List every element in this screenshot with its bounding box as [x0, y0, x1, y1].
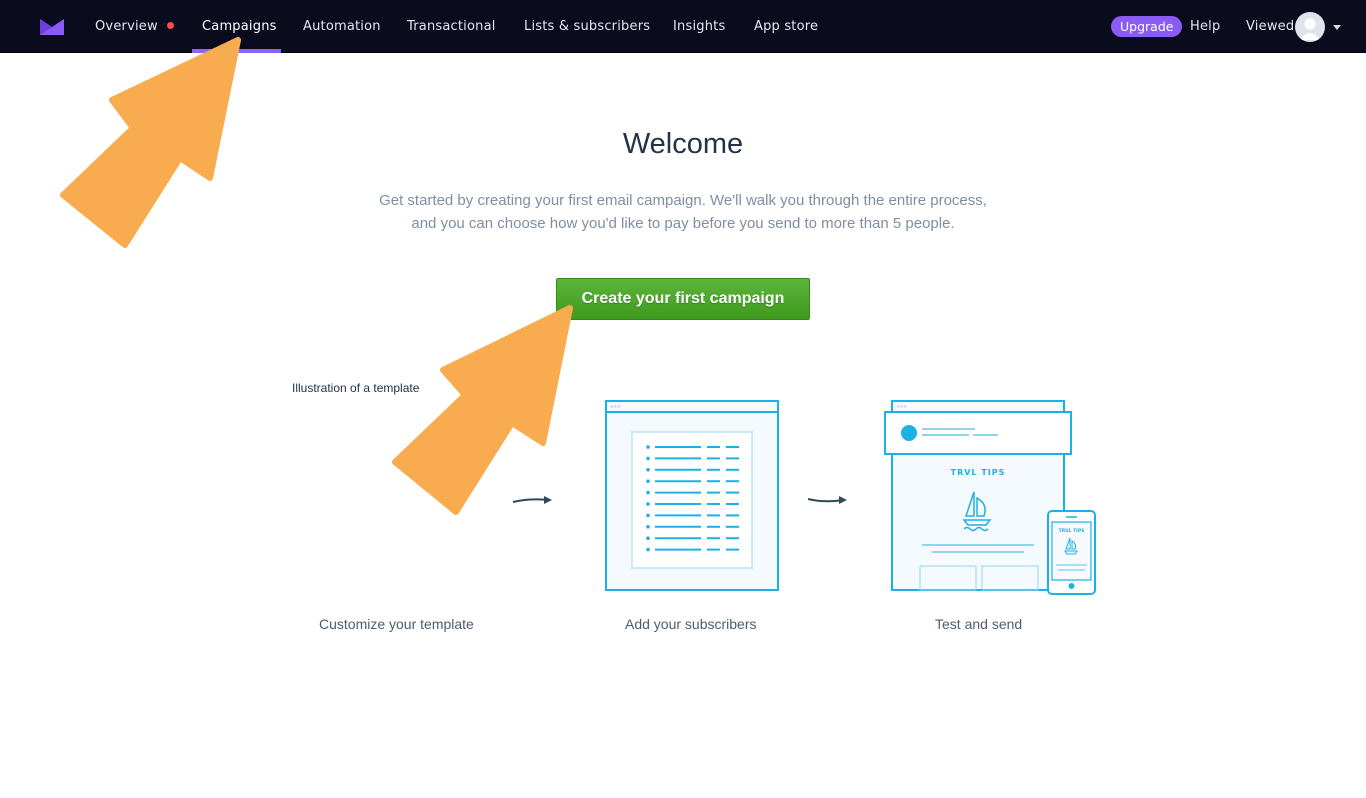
- annotation-overlay: [60, 37, 573, 515]
- annotation-arrow-icon: [60, 37, 241, 248]
- annotation-arrow-icon: [392, 305, 573, 515]
